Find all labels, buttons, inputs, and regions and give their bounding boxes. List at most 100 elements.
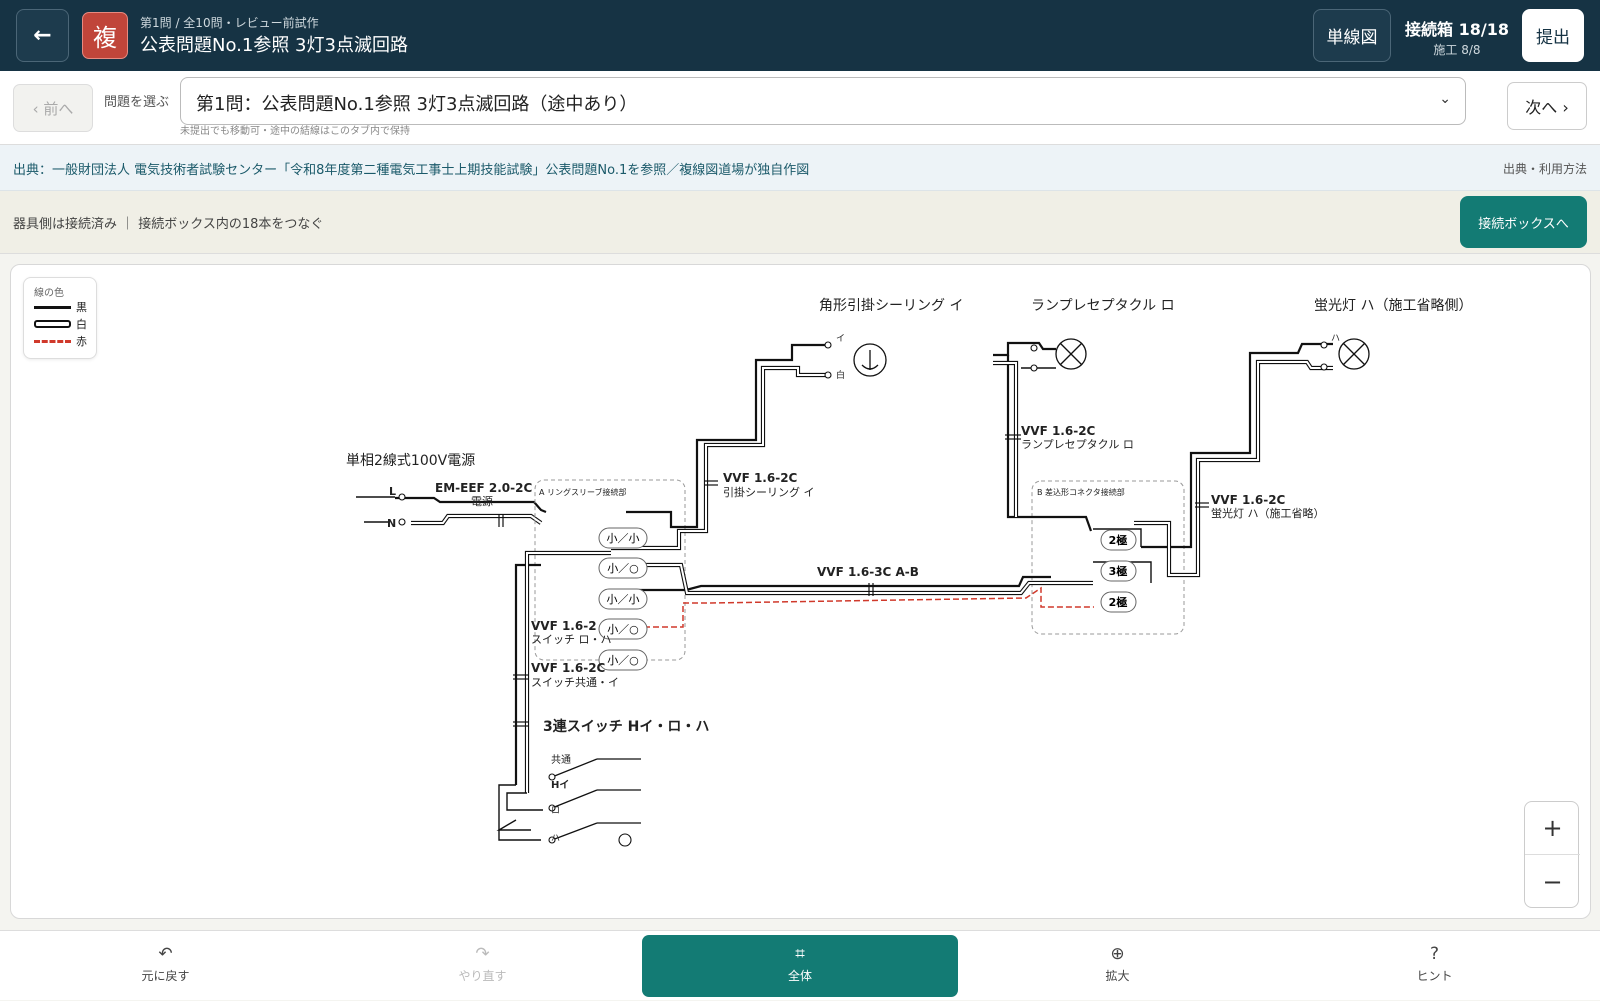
switch-ha-label: ハ <box>551 834 560 844</box>
connector-2: 3極 <box>1100 560 1137 582</box>
switch-title: 3連スイッチ Hイ・ロ・ハ <box>543 718 709 735</box>
mode-badge: 複 <box>82 12 128 59</box>
fixture-i-title: 角形引掛シーリング イ <box>819 298 963 314</box>
wiring-diagram[interactable]: 小／小 小／○ 小／小 小／○ 小／○ 2極 3極 2極 単相2線式100V電源… <box>11 265 1591 919</box>
instruction-bar: 器具側は接続済み ｜ 接続ボックス内の18本をつなぐ 接続ボックスへ <box>0 191 1600 254</box>
single-line-diagram-button[interactable]: 単線図 <box>1313 9 1391 62</box>
junction-box-button[interactable]: 接続ボックスへ <box>1460 196 1587 248</box>
ha-terminal-2 <box>1320 363 1328 371</box>
power-title: 単相2線式100V電源 <box>346 453 475 469</box>
selector-label: 問題を選ぶ <box>104 95 170 110</box>
redo-label: やり直す <box>458 969 507 983</box>
fixture-ha-title: 蛍光灯 ハ（施工省略側） <box>1314 298 1472 314</box>
wire-ha-white <box>1134 359 1333 578</box>
cable-ha-label: VVF 1.6-2C <box>1211 493 1286 507</box>
legend-black-label: 黒 <box>76 301 87 314</box>
fit-all-button[interactable]: ⌗ 全体 <box>642 935 958 997</box>
wire-color-legend: 線の色 黒 白 赤 <box>23 277 97 359</box>
connector-1: 2極 <box>1100 529 1137 551</box>
ro-terminal-1 <box>1030 344 1038 352</box>
wiring-diagram-panel[interactable]: 小／小 小／○ 小／小 小／○ 小／○ 2極 3極 2極 単相2線式100V電源… <box>10 264 1591 919</box>
instruction-text: 器具側は接続済み ｜ 接続ボックス内の18本をつなぐ <box>13 217 324 232</box>
cable-ro-sub: ランプレセプタクル ロ <box>1021 438 1134 451</box>
junction-box-count: 接続箱 18/18 <box>1405 20 1509 39</box>
zoom-button[interactable]: ⊕ 拡大 <box>960 931 1275 1001</box>
wire-ro-white <box>993 360 1019 517</box>
page-subtitle: 第1問 / 全10問・レビュー前試作 <box>140 16 319 30</box>
undo-icon: ↶ <box>158 944 173 964</box>
ha-terminal-1 <box>1320 341 1328 349</box>
fit-all-label: 全体 <box>787 969 812 983</box>
cable-sw-common-sub: スイッチ共通・イ <box>531 676 619 689</box>
cable-source-sub: 電源 <box>471 494 493 508</box>
problem-select[interactable]: 第1問：公表問題No.1参照 3灯3点滅回路（途中あり） ⌄ <box>180 77 1466 125</box>
sleeve-4-label: 小／○ <box>607 623 639 636</box>
selector-hint: 未提出でも移動可・途中の結線はこのタブ内で保持 <box>180 126 410 137</box>
sleeve-2: 小／○ <box>598 557 648 579</box>
sleeve-1: 小／小 <box>598 527 648 549</box>
connector-1-label: 2極 <box>1109 533 1128 547</box>
cable-ro-label: VVF 1.6-2C <box>1021 424 1096 438</box>
redo-button[interactable]: ↷ やり直す <box>325 931 640 1001</box>
connector-2-label: 3極 <box>1109 564 1128 578</box>
progress-status: 接続箱 18/18 施工 8/8 <box>1402 16 1512 58</box>
terminal-l-dot <box>398 493 406 501</box>
connector-3: 2極 <box>1100 591 1137 613</box>
zoom-out-button[interactable]: − <box>1525 855 1580 908</box>
ceiling-terminal-white <box>824 371 832 379</box>
wire-ro-white-core <box>993 362 1017 517</box>
wire-source-white <box>411 513 543 526</box>
fixture-ha-mark: ハ <box>1331 334 1340 344</box>
wire-ha-white-core <box>1134 361 1333 576</box>
chevron-down-icon: ⌄ <box>1439 91 1451 107</box>
bottom-toolbar: ↶ 元に戻す ↷ やり直す ⌗ 全体 ⊕ 拡大 ? ヒント <box>0 930 1600 1000</box>
cable-i-sub: 引掛シーリング イ <box>723 485 815 499</box>
source-bar: 出典：一般財団法人 電気技術者試験センター「令和8年度第二種電気工事士上期技能試… <box>0 145 1600 191</box>
sleeve-1-label: 小／小 <box>607 532 640 545</box>
zoom-icon: ⊕ <box>1110 944 1125 964</box>
prev-button[interactable]: ‹ 前へ <box>13 84 93 132</box>
ceiling-terminal-black <box>824 341 832 349</box>
fixture-i-white: 白 <box>836 369 845 381</box>
source-text: 出典：一般財団法人 電気技術者試験センター「令和8年度第二種電気工事士上期技能試… <box>13 163 810 178</box>
problem-selector-row: ‹ 前へ 問題を選ぶ 第1問：公表問題No.1参照 3灯3点滅回路（途中あり） … <box>0 71 1600 145</box>
hint-label: ヒント <box>1416 969 1453 983</box>
redo-icon: ↷ <box>475 944 490 964</box>
terminal-L-label: L <box>389 485 396 498</box>
ro-terminal-2 <box>1030 364 1038 372</box>
pilot-lamp <box>618 833 632 847</box>
box-a-label: A リングスリーブ接続部 <box>539 487 627 497</box>
back-arrow-icon: ← <box>33 23 52 48</box>
submit-button[interactable]: 提出 <box>1522 9 1584 62</box>
cable-sw-common-label: VVF 1.6-2C <box>531 661 606 675</box>
app-header: ← 複 第1問 / 全10問・レビュー前試作 公表問題No.1参照 3灯3点滅回… <box>0 0 1600 71</box>
hint-button[interactable]: ? ヒント <box>1277 931 1592 1001</box>
sleeve-5: 小／○ <box>598 649 648 671</box>
sleeve-2-label: 小／○ <box>607 562 639 575</box>
source-usage-link[interactable]: 出典・利用方法 <box>1503 160 1587 177</box>
cable-ab-label: VVF 1.6-3C A-B <box>817 565 919 579</box>
switch-common-label: 共通 <box>551 754 571 766</box>
terminal-N-label: N <box>387 517 396 530</box>
undo-label: 元に戻す <box>141 969 190 983</box>
terminal-n-dot <box>398 518 406 526</box>
sleeve-3: 小／小 <box>598 588 648 610</box>
page-title: 公表問題No.1参照 3灯3点滅回路 <box>140 35 408 56</box>
connector-group: 2極 3極 2極 <box>1100 529 1137 613</box>
wire-ro-black <box>993 341 1056 357</box>
wire-sw-stub-3 <box>496 819 531 831</box>
legend-red-label: 赤 <box>76 335 87 348</box>
zoom-label: 拡大 <box>1105 969 1130 983</box>
fixture-ro-title: ランプレセプタクル ロ <box>1031 298 1175 314</box>
switch-hi-label: Hイ <box>551 779 569 791</box>
zoom-in-button[interactable]: + <box>1525 802 1580 855</box>
next-button[interactable]: 次へ › <box>1507 82 1587 130</box>
undo-button[interactable]: ↶ 元に戻す <box>8 931 323 1001</box>
cable-source-label: EM-EEF 2.0-2C <box>435 481 532 495</box>
back-button[interactable]: ← <box>16 9 69 62</box>
wire-sw-stub-2 <box>506 792 543 811</box>
zoom-controls: + − <box>1524 801 1580 908</box>
cable-sw-roha-sub: スイッチ ロ・ハ <box>531 633 612 646</box>
connector-3-label: 2極 <box>1109 595 1128 609</box>
wire-i-white <box>611 365 826 551</box>
